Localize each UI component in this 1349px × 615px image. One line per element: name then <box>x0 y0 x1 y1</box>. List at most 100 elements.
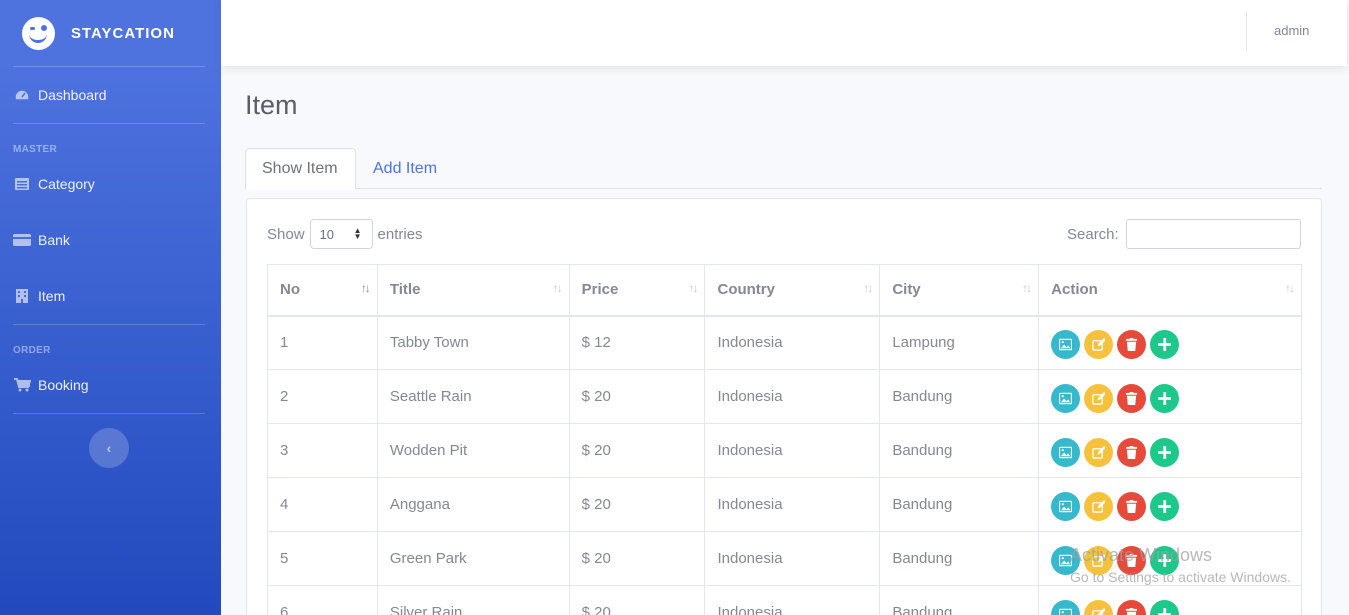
delete-button[interactable] <box>1117 384 1147 413</box>
sidebar-toggle-button[interactable]: ‹ <box>89 428 129 468</box>
brand[interactable]: STAYCATION <box>0 0 221 66</box>
cell-title: Seattle Rain <box>376 369 570 424</box>
edit-icon <box>1092 608 1106 615</box>
sidebar-item-dashboard[interactable]: Dashboard <box>0 67 221 123</box>
column-header-title[interactable]: Title ↑↓ <box>376 264 570 317</box>
sidebar-item-label: Item <box>38 288 66 304</box>
edit-button[interactable] <box>1084 492 1114 521</box>
add-detail-button[interactable] <box>1150 438 1180 467</box>
cell-no: 1 <box>267 315 378 370</box>
delete-button[interactable] <box>1117 492 1147 521</box>
cell-price: $ 20 <box>568 369 706 424</box>
search-label: Search: <box>1067 225 1119 243</box>
cell-actions <box>1038 423 1302 478</box>
trash-icon <box>1125 446 1138 459</box>
tab-show-item[interactable]: Show Item <box>245 148 356 190</box>
cell-no: 5 <box>267 531 378 586</box>
chevron-left-icon: ‹ <box>106 440 112 456</box>
add-detail-button[interactable] <box>1150 600 1180 615</box>
tachometer-icon <box>13 88 31 102</box>
cell-title: Tabby Town <box>376 315 570 370</box>
edit-button[interactable] <box>1084 330 1114 360</box>
delete-button[interactable] <box>1117 600 1147 615</box>
edit-icon <box>1092 392 1106 405</box>
column-header-action[interactable]: Action ↑↓ <box>1038 264 1302 317</box>
delete-button[interactable] <box>1117 438 1147 467</box>
sidebar-item-label: Booking <box>38 377 89 393</box>
page-title: Item <box>245 90 298 120</box>
trash-icon <box>1125 500 1138 513</box>
plus-icon <box>1158 608 1172 615</box>
cell-country: Indonesia <box>704 531 881 586</box>
tab-add-item[interactable]: Add Item <box>357 148 453 189</box>
entries-label: entries <box>377 225 423 243</box>
cell-actions <box>1038 585 1302 615</box>
sidebar-item-label: Dashboard <box>38 87 107 103</box>
column-header-price[interactable]: Price ↑↓ <box>568 264 706 317</box>
sidebar-item-label: Category <box>38 176 95 192</box>
sidebar-item-bank[interactable]: Bank <box>0 212 221 268</box>
edit-button[interactable] <box>1084 384 1114 413</box>
cell-city: Bandung <box>879 477 1040 532</box>
edit-button[interactable] <box>1084 600 1114 615</box>
edit-icon <box>1092 338 1106 351</box>
cell-no: 2 <box>267 369 378 424</box>
cell-country: Indonesia <box>704 585 881 615</box>
topbar-divider <box>1246 12 1247 50</box>
column-header-country[interactable]: Country ↑↓ <box>704 264 881 317</box>
cell-price: $ 20 <box>568 423 706 478</box>
credit-card-icon <box>13 233 31 247</box>
sidebar-item-category[interactable]: Category <box>0 156 221 212</box>
cell-city: Bandung <box>879 423 1040 478</box>
image-button[interactable] <box>1051 492 1081 521</box>
sidebar-item-booking[interactable]: Booking <box>0 357 221 413</box>
column-header-city[interactable]: City ↑↓ <box>879 264 1040 317</box>
search-input[interactable] <box>1125 219 1301 249</box>
delete-button[interactable] <box>1117 330 1147 360</box>
cell-city: Lampung <box>879 315 1040 370</box>
user-menu[interactable]: admin <box>1274 23 1309 38</box>
add-detail-button[interactable] <box>1150 330 1180 360</box>
image-button[interactable] <box>1051 330 1081 360</box>
image-icon <box>1059 446 1073 459</box>
cell-country: Indonesia <box>704 315 881 370</box>
sidebar-item-item[interactable]: Item <box>0 268 221 324</box>
entries-select[interactable]: 10 ▲ ▼ <box>309 219 373 249</box>
sidebar-divider <box>13 413 205 414</box>
image-icon <box>1059 392 1073 405</box>
shopping-cart-icon <box>13 378 31 392</box>
cell-price: $ 20 <box>568 531 706 586</box>
image-button[interactable] <box>1051 438 1081 467</box>
cell-title: Silver Rain <box>376 585 570 615</box>
cell-city: Bandung <box>879 531 1040 586</box>
image-button[interactable] <box>1051 600 1081 615</box>
brand-name: STAYCATION <box>71 24 175 42</box>
add-detail-button[interactable] <box>1150 492 1180 521</box>
plus-icon <box>1158 338 1172 352</box>
table-header-row: No ↑↓ Title ↑↓ Price ↑↓ Country ↑↓ City ↑↓ Ac… <box>267 264 1302 317</box>
image-icon <box>1059 608 1073 615</box>
cell-country: Indonesia <box>704 369 881 424</box>
entries-length-control: Show 10 ▲ ▼ entries <box>267 219 423 249</box>
column-header-no[interactable]: No ↑↓ <box>267 264 378 317</box>
trash-icon <box>1125 338 1138 352</box>
image-button[interactable] <box>1051 384 1081 413</box>
sort-icon: ↑↓ <box>552 281 563 295</box>
watermark-title: Activate Windows <box>1070 545 1213 565</box>
sort-caret-icon: ▲ ▼ <box>353 226 362 241</box>
add-detail-button[interactable] <box>1150 384 1180 413</box>
watermark-subtitle: Go to Settings to activate Windows. <box>1070 569 1291 585</box>
cell-price: $ 12 <box>568 315 706 370</box>
sort-icon: ↑↓ <box>1022 281 1032 295</box>
edit-button[interactable] <box>1084 438 1114 467</box>
table-row: 3 Wodden Pit $ 20 Indonesia Bandung <box>267 423 1302 478</box>
show-label: Show <box>267 225 305 243</box>
cell-country: Indonesia <box>704 423 881 478</box>
cell-title: Green Park <box>376 531 570 586</box>
sidebar: STAYCATION Dashboard MASTER Category Ban… <box>0 0 221 615</box>
trash-icon <box>1125 392 1138 405</box>
cell-no: 3 <box>267 423 378 478</box>
tab-bar: Show Item Add Item <box>245 148 1322 190</box>
sort-icon: ↑↓ <box>863 281 873 295</box>
cell-title: Anggana <box>376 477 570 532</box>
